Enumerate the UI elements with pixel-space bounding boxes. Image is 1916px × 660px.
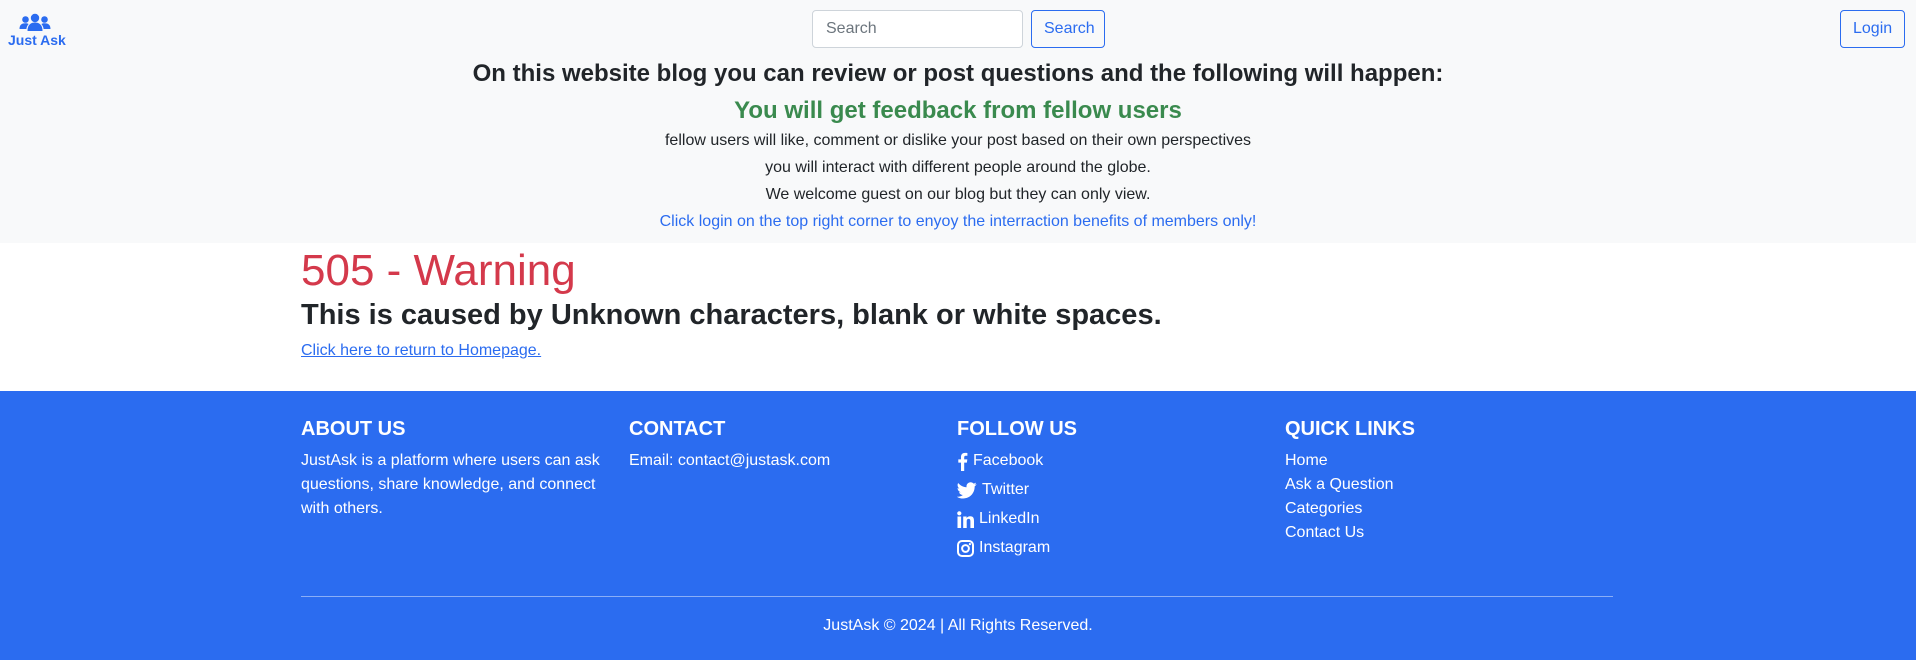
follow-facebook-link[interactable]: Facebook xyxy=(957,449,1285,473)
warning-title: 505 - Warning xyxy=(301,246,576,295)
quick-link-home[interactable]: Home xyxy=(1285,449,1613,473)
intro-heading: On this website blog you can review or p… xyxy=(472,60,1444,87)
quick-links-title: QUICK LINKS xyxy=(1285,418,1415,440)
search-input[interactable] xyxy=(812,10,1023,48)
follow-label: Facebook xyxy=(973,452,1044,469)
footer-about: ABOUT US JustAsk is a platform where use… xyxy=(301,417,629,565)
logo[interactable]: Just Ask xyxy=(8,13,66,48)
header: Just Ask Search Login On this website bl… xyxy=(0,0,1916,243)
intro-line: We welcome guest on our blog but they ca… xyxy=(765,186,1151,203)
footer-divider xyxy=(301,596,1613,597)
warning-section: 505 - Warning This is caused by Unknown … xyxy=(301,243,1613,360)
return-home-link[interactable]: Click here to return to Homepage. xyxy=(301,342,541,360)
intro-line: fellow users will like, comment or disli… xyxy=(664,132,1252,149)
intro-login-hint: Click login on the top right corner to e… xyxy=(659,213,1257,230)
login-button[interactable]: Login xyxy=(1840,10,1905,48)
follow-instagram-link[interactable]: Instagram xyxy=(957,536,1285,560)
intro-line: you will interact with different people … xyxy=(765,159,1151,176)
intro-section: On this website blog you can review or p… xyxy=(0,58,1916,231)
quick-link-ask-question[interactable]: Ask a Question xyxy=(1285,473,1613,497)
footer: ABOUT US JustAsk is a platform where use… xyxy=(0,391,1916,660)
logo-text: Just Ask xyxy=(8,32,66,48)
footer-quick-links: QUICK LINKS Home Ask a Question Categori… xyxy=(1285,417,1613,565)
quick-link-contact-us[interactable]: Contact Us xyxy=(1285,521,1613,545)
contact-email: Email: contact@justask.com xyxy=(629,452,831,469)
footer-contact: CONTACT Email: contact@justask.com xyxy=(629,417,957,565)
users-icon xyxy=(19,13,51,31)
search-button[interactable]: Search xyxy=(1031,10,1105,48)
intro-subheading: You will get feedback from fellow users xyxy=(734,97,1182,124)
contact-title: CONTACT xyxy=(629,418,726,440)
warning-subtitle: This is caused by Unknown characters, bl… xyxy=(301,299,1162,331)
search-form: Search xyxy=(812,10,1105,48)
footer-follow: FOLLOW US Facebook Twitter LinkedIn Inst… xyxy=(957,417,1285,565)
copyright: JustAsk © 2024 | All Rights Reserved. xyxy=(823,617,1093,634)
quick-link-categories[interactable]: Categories xyxy=(1285,497,1613,521)
about-text: JustAsk is a platform where users can as… xyxy=(301,452,600,517)
follow-label: Twitter xyxy=(982,481,1030,498)
about-title: ABOUT US xyxy=(301,418,406,440)
follow-twitter-link[interactable]: Twitter xyxy=(957,478,1285,502)
follow-label: Instagram xyxy=(979,539,1051,556)
instagram-icon xyxy=(957,539,974,557)
follow-label: LinkedIn xyxy=(979,510,1040,527)
facebook-icon xyxy=(958,452,968,471)
twitter-icon xyxy=(957,481,977,498)
follow-title: FOLLOW US xyxy=(957,418,1077,440)
follow-linkedin-link[interactable]: LinkedIn xyxy=(957,507,1285,531)
linkedin-icon xyxy=(957,510,974,528)
